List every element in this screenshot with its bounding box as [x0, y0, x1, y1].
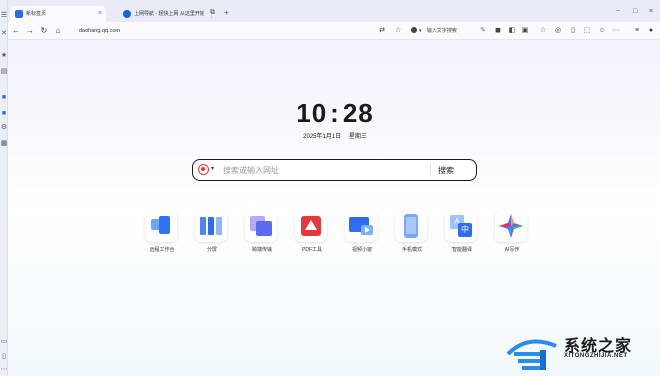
back-button[interactable]: ← [11, 25, 21, 37]
address-bar[interactable]: daohang.qq.com [79, 25, 120, 37]
date-text: 2025年1月1日 [303, 134, 342, 140]
tab-label: 上网导航 - 轻快上网 从这里开始 [134, 11, 204, 17]
maximize-button[interactable]: □ [633, 8, 637, 16]
search-engine-icon [411, 27, 417, 33]
qq-browser-icon [123, 10, 131, 18]
cross-device-transfer-icon [245, 210, 277, 242]
search-input[interactable] [223, 164, 423, 177]
phone-mode-icon [395, 210, 427, 242]
tile-smart-translate[interactable]: A 中 智能翻译 [445, 210, 479, 253]
sidebar-toggle-icon[interactable]: ☰ [0, 12, 8, 20]
close-tab-icon[interactable]: × [98, 6, 102, 22]
split-screen-icon [195, 210, 227, 242]
trash-icon[interactable]: ▯ [0, 353, 8, 361]
tab-navigation[interactable]: 上网导航 - 轻快上网 从这里开始 [118, 6, 214, 22]
extension-icon[interactable]: ✎ [478, 25, 488, 37]
more-icon[interactable]: ⋯ [0, 366, 8, 374]
tile-label: AI写作 [504, 247, 520, 253]
tile-ai-writing[interactable]: AI写作 [495, 210, 529, 253]
more-options-icon[interactable]: ⋯ [611, 25, 621, 37]
sidebar: ☰ ✕ ★ ▤ ■ ■ ⚙ ▦ ▭ ▯ ⋯ [0, 0, 8, 376]
extension-icon[interactable]: ◧ [507, 25, 517, 37]
tab-new-tab[interactable]: 新标签页 × [10, 6, 106, 22]
sidebar-close-icon[interactable]: ✕ [0, 30, 8, 38]
navigation-bar: ← → ↻ ⌂ daohang.qq.com ⇄ ☆ ▾ 输入文字搜索 ✎ ◼ … [8, 22, 660, 40]
tab-label: 新标签页 [26, 11, 47, 17]
date-line: 2025年1月1日 星期三 [0, 131, 660, 140]
tab-manager-icon[interactable]: ⧉ [210, 6, 215, 20]
tile-pdf-tool[interactable]: PDF工具 [295, 210, 329, 253]
close-window-button[interactable]: × [649, 8, 653, 16]
clock-minute: 28 [342, 98, 374, 128]
extension-icon[interactable]: ◼ [493, 25, 503, 37]
toolbar-search[interactable]: ▾ 输入文字搜索 [411, 26, 471, 36]
search-box: ▾ 搜索 [192, 159, 477, 181]
chevron-down-icon[interactable]: ▾ [211, 165, 214, 172]
ai-writing-icon [495, 210, 527, 242]
favorite-star-icon[interactable]: ☆ [393, 25, 403, 37]
tile-cross-device-transfer[interactable]: 跨端传输 [245, 210, 279, 253]
remote-workstation-icon [145, 210, 177, 242]
new-tab-button[interactable]: + [224, 6, 229, 20]
refresh-button[interactable]: ↻ [39, 25, 49, 37]
clock-separator: : [330, 98, 340, 128]
watermark: 系统之家 XITONGZHIJIA.NET [504, 328, 660, 376]
emoji-icon[interactable]: ☺ [597, 25, 607, 37]
download-icon[interactable]: ▭ [0, 338, 8, 346]
grid-icon[interactable]: ▦ [0, 140, 8, 148]
home-button[interactable]: ⌂ [53, 25, 63, 37]
star-icon[interactable]: ★ [0, 52, 8, 60]
browser-window: ☰ ✕ ★ ▤ ■ ■ ⚙ ▦ ▭ ▯ ⋯ 新标签页 × 上网导航 - 轻快上网… [0, 0, 660, 376]
toolbar-search-label: 输入文字搜索 [426, 28, 457, 34]
video-mini-window-icon [345, 210, 377, 242]
search-divider [430, 165, 431, 175]
smart-translate-icon: A 中 [445, 210, 477, 242]
weekday-text: 星期三 [348, 134, 367, 140]
pdf-tool-icon [295, 210, 327, 242]
phone-icon[interactable]: ▯ [568, 25, 578, 37]
tile-phone-mode[interactable]: 手机模式 [395, 210, 429, 253]
menu-icon[interactable]: ≡ [632, 25, 642, 37]
star-bookmark-icon[interactable]: ☆ [538, 25, 548, 37]
tab-strip: 新标签页 × 上网导航 - 轻快上网 从这里开始 ⧉ + − □ × [8, 0, 660, 22]
forward-button[interactable]: → [25, 25, 35, 37]
sogou-engine-icon[interactable] [198, 164, 209, 175]
tile-video-mini-window[interactable]: 视频小窗 [345, 210, 379, 253]
tile-split-screen[interactable]: 分屏 [195, 210, 229, 253]
new-tab-icon [15, 10, 23, 18]
extension-icon[interactable]: ▣ [520, 25, 530, 37]
account-icon[interactable]: ● [646, 25, 656, 37]
translate-icon[interactable]: ⇄ [377, 25, 387, 37]
clock-hour: 10 [296, 98, 328, 128]
minimize-button[interactable]: − [616, 8, 620, 16]
tile-remote-workstation[interactable]: 远程工作台 [145, 210, 179, 253]
history-icon[interactable]: ◎ [553, 25, 563, 37]
clock: 10:28 [0, 98, 660, 129]
watermark-subtitle: XITONGZHIJIA.NET [564, 353, 628, 359]
search-button[interactable]: 搜索 [438, 164, 454, 177]
watermark-logo-icon [506, 339, 557, 370]
folder-icon[interactable]: ▤ [0, 68, 8, 76]
screenshot-icon[interactable]: ⬚ [582, 25, 592, 37]
